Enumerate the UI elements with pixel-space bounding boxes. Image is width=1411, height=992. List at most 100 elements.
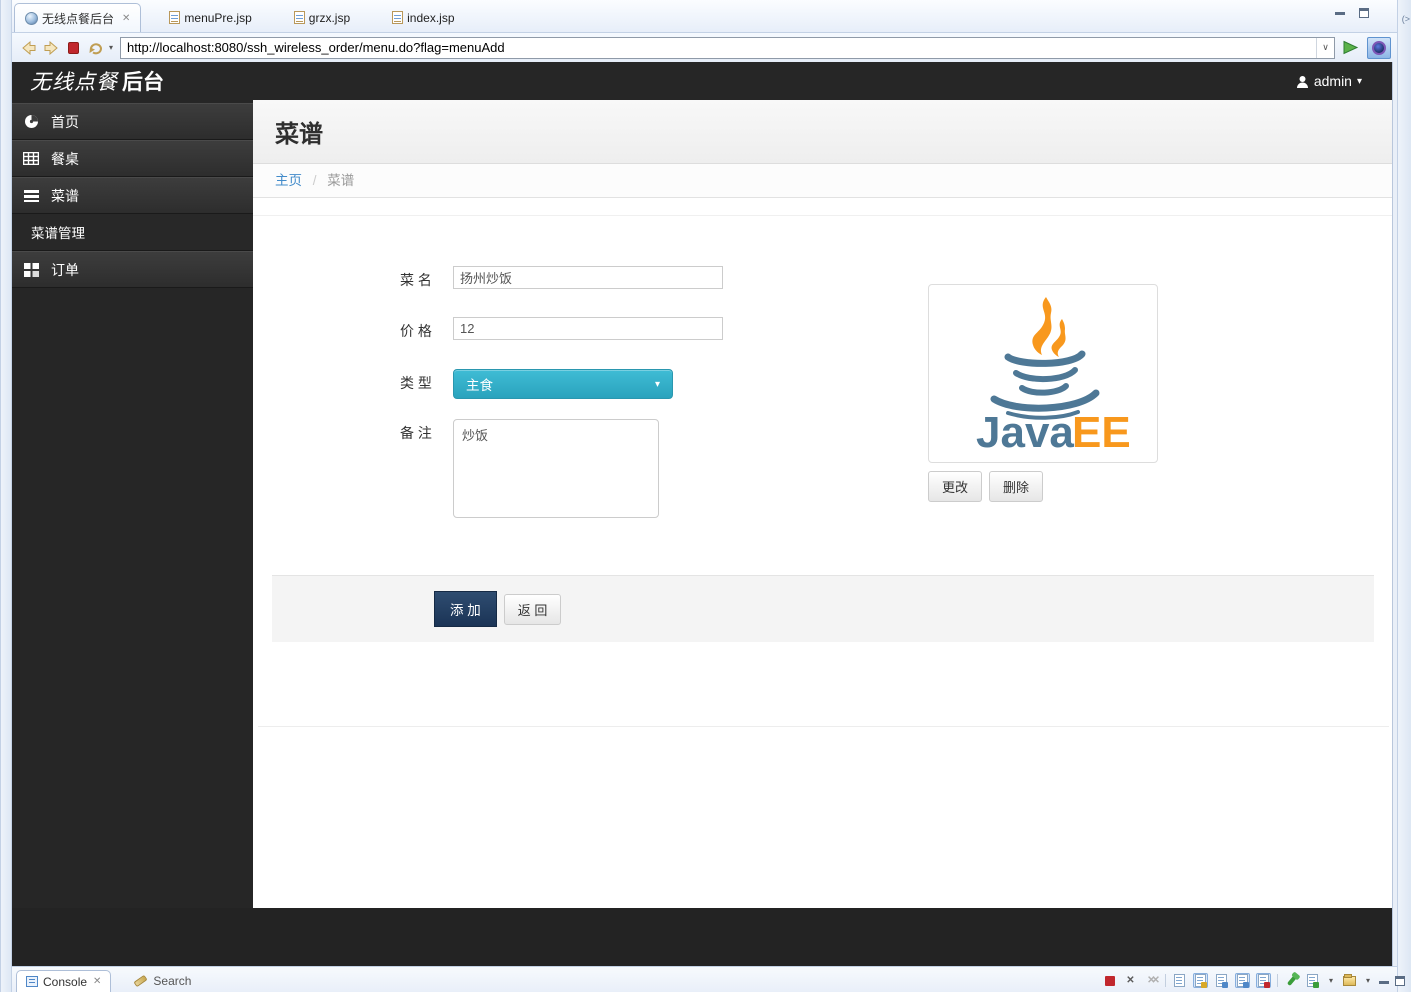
- back-button[interactable]: 返 回: [503, 593, 562, 625]
- search-tab-label: Search: [153, 974, 192, 988]
- collapsed-panel-icon[interactable]: (>: [1402, 14, 1410, 24]
- forward-icon[interactable]: [41, 38, 61, 58]
- pin-icon[interactable]: [1284, 973, 1299, 988]
- terminate-icon[interactable]: [1102, 973, 1117, 988]
- type-select[interactable]: 主食 ▾: [453, 369, 673, 399]
- page-footer-dark: [12, 908, 1392, 966]
- browser-toolbar: ▾ ∨: [12, 33, 1397, 62]
- add-button[interactable]: 添 加: [434, 591, 497, 627]
- tab-console[interactable]: Console ✕: [16, 970, 112, 992]
- show-on-error-icon[interactable]: [1256, 973, 1271, 988]
- brand-script-text: 无线点餐: [30, 70, 118, 94]
- nav-dropdown-icon[interactable]: ▾: [106, 43, 116, 52]
- orders-grid-icon: [23, 262, 39, 278]
- table-grid-icon: [23, 151, 39, 167]
- browser-icon[interactable]: [1367, 36, 1391, 59]
- editor-tab-browser[interactable]: 无线点餐后台 ✕: [14, 3, 142, 32]
- sidebar-item-orders[interactable]: 订单: [12, 251, 253, 288]
- sidebar-item-tables[interactable]: 餐桌: [12, 140, 253, 177]
- user-icon: [1296, 75, 1308, 88]
- browser-viewport: 无线点餐 后台 admin ▾ 首页 餐桌 菜谱 菜谱管理 订单 菜谱 主页 /…: [12, 62, 1393, 966]
- word-wrap-icon[interactable]: [1214, 973, 1229, 988]
- tab-search[interactable]: Search: [125, 970, 200, 992]
- price-label: 价 格: [400, 323, 432, 339]
- remove-all-launches-icon[interactable]: ✕✕: [1144, 973, 1160, 988]
- remove-launch-icon[interactable]: ✕: [1123, 973, 1138, 988]
- editor-tab-label: grzx.jsp: [308, 10, 351, 25]
- jsp-file-icon: [293, 11, 305, 24]
- dish-name-input[interactable]: [453, 266, 723, 289]
- back-icon[interactable]: [19, 38, 39, 58]
- brand-logo: 无线点餐 后台: [30, 66, 164, 96]
- app-header: 无线点餐 后台 admin ▾: [12, 62, 1392, 100]
- chevron-down-icon: ▾: [1356, 75, 1362, 87]
- minimize-panel-icon[interactable]: [1379, 977, 1389, 984]
- breadcrumb: 主页 / 菜谱: [253, 164, 1392, 198]
- menu-form-section: 菜 名 价 格 类 型 主食 ▾ 备: [253, 215, 1392, 814]
- sidebar-item-label: 餐桌: [51, 150, 79, 167]
- sidebar-item-menu[interactable]: 菜谱: [12, 177, 253, 214]
- brand-bold-text: 后台: [122, 71, 164, 94]
- sidebar-item-home[interactable]: 首页: [12, 103, 253, 140]
- dish-image-column: Java EE 更改 删除: [928, 284, 1158, 502]
- clear-console-icon[interactable]: [1172, 973, 1187, 988]
- dish-name-label: 菜 名: [400, 272, 432, 288]
- editor-tab-label: index.jsp: [407, 10, 455, 25]
- editor-tab-menupre[interactable]: menuPre.jsp: [159, 3, 265, 32]
- javaee-logo: Java EE: [976, 296, 1131, 453]
- divider: [253, 215, 1392, 216]
- maximize-view-icon[interactable]: [1359, 8, 1369, 18]
- editor-tab-label: menuPre.jsp: [184, 10, 252, 25]
- search-pencil-icon: [133, 974, 148, 988]
- maximize-panel-icon[interactable]: [1395, 975, 1405, 986]
- username: admin: [1313, 73, 1352, 89]
- chevron-down-icon[interactable]: ▾: [1363, 976, 1373, 985]
- page-title: 菜谱: [275, 121, 323, 148]
- console-toolbar: ✕ ✕✕ ▾ ▾: [1102, 973, 1405, 988]
- note-label: 备 注: [400, 425, 432, 441]
- minimize-view-icon[interactable]: [1335, 8, 1345, 15]
- console-icon: [26, 976, 38, 987]
- divider: [258, 726, 1389, 727]
- open-console-icon[interactable]: [1342, 973, 1357, 988]
- note-textarea[interactable]: 炒饭: [453, 419, 659, 518]
- eclipse-right-border: (>: [1397, 0, 1411, 992]
- jsp-file-icon: [392, 11, 404, 24]
- url-history-dropdown-icon[interactable]: ∨: [1316, 37, 1334, 58]
- toolbar-divider: [1165, 974, 1166, 987]
- url-bar: ∨: [120, 36, 1335, 59]
- editor-tab-bar: 无线点餐后台 ✕ menuPre.jsp grzx.jsp index.jsp: [12, 0, 1397, 33]
- editor-tab-grzx[interactable]: grzx.jsp: [284, 3, 364, 32]
- eclipse-left-border: [0, 0, 12, 992]
- refresh-icon[interactable]: [85, 38, 105, 58]
- close-icon[interactable]: ✕: [93, 976, 101, 987]
- dashboard-icon: [23, 114, 39, 130]
- sidebar-item-label: 订单: [51, 261, 79, 278]
- chevron-down-icon[interactable]: ▾: [1326, 976, 1336, 985]
- update-image-button[interactable]: 更改: [928, 471, 983, 502]
- form-actions-bar: 添 加 返 回: [272, 575, 1374, 642]
- type-label: 类 型: [400, 375, 432, 391]
- type-select-value: 主食: [466, 378, 493, 393]
- svg-text:Java: Java: [976, 408, 1074, 453]
- chevron-down-icon: ▾: [654, 378, 660, 390]
- globe-icon: [25, 11, 38, 25]
- close-icon[interactable]: ✕: [122, 13, 130, 24]
- pin-console-icon[interactable]: [1235, 973, 1250, 988]
- sidebar-item-label: 菜谱: [51, 187, 79, 204]
- breadcrumb-home-link[interactable]: 主页: [275, 173, 302, 188]
- stop-icon[interactable]: [63, 38, 83, 58]
- go-icon[interactable]: [1340, 38, 1360, 58]
- sidebar-item-menu-manage[interactable]: 菜谱管理: [12, 214, 253, 251]
- menu-form: 菜 名 价 格 类 型 主食 ▾ 备: [253, 266, 1392, 518]
- user-menu[interactable]: admin ▾: [1296, 73, 1362, 89]
- toolbar-divider: [1277, 974, 1278, 987]
- price-input[interactable]: [453, 317, 723, 340]
- display-console-icon[interactable]: [1305, 973, 1320, 988]
- editor-tab-index[interactable]: index.jsp: [382, 3, 468, 32]
- list-icon: [23, 188, 39, 204]
- url-input[interactable]: [121, 38, 1316, 57]
- delete-image-button[interactable]: 删除: [989, 471, 1044, 502]
- scroll-lock-icon[interactable]: [1193, 973, 1208, 988]
- page-header: 菜谱: [253, 100, 1392, 164]
